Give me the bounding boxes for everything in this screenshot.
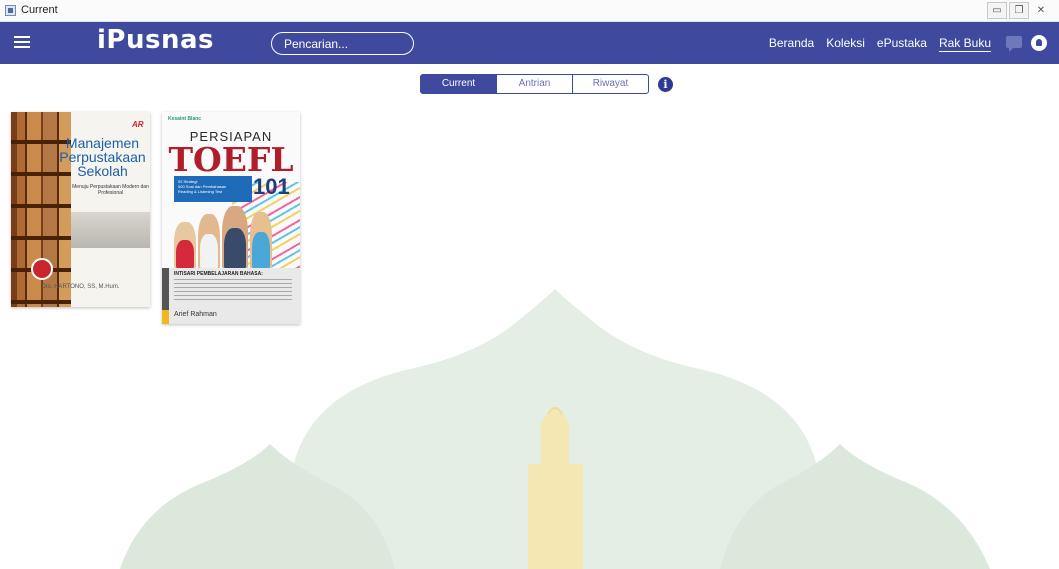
publisher-logo: Kesaint Blanc [168, 116, 202, 122]
app-logo[interactable]: iPusnas [97, 25, 214, 55]
award-badge-icon [31, 258, 53, 280]
window-controls: ▭ ❐ ✕ [987, 2, 1051, 19]
app-header: iPusnas Beranda Koleksi ePustaka Rak Buk… [0, 22, 1059, 64]
tab-riwayat[interactable]: Riwayat [572, 74, 649, 94]
nav-epustaka[interactable]: ePustaka [877, 36, 927, 52]
chat-icon[interactable] [1006, 36, 1022, 52]
nav-koleksi[interactable]: Koleksi [826, 36, 865, 52]
tab-current[interactable]: Current [420, 74, 497, 94]
book-title: Manajemen Perpustakaan Sekolah [59, 135, 146, 179]
book-author: Drs. HARTONO, SS, M.Hum. [41, 284, 120, 290]
book-number: 101 [253, 174, 290, 199]
book-subtitle: Menuju Perpustakaan Modern dan Profesion… [72, 184, 149, 196]
window-title: Current [21, 4, 58, 16]
book-info-text [174, 279, 292, 303]
book-feature-box: 92 Strategi 500 Soal dan Pembahasan Read… [174, 176, 252, 202]
students-photo [174, 204, 284, 270]
book-info-title: INTISARI PEMBELAJARAN BAHASA: [174, 271, 263, 277]
info-icon[interactable]: i [658, 77, 673, 92]
minimize-button[interactable]: ▭ [987, 2, 1007, 19]
window-titlebar: Current ▭ ❐ ✕ [0, 0, 1059, 22]
app-icon [5, 5, 16, 16]
tab-antrian[interactable]: Antrian [496, 74, 573, 94]
restore-button[interactable]: ❐ [1009, 2, 1029, 19]
watermark-logo [120, 289, 990, 569]
book-title-line2: TOEFL [168, 140, 294, 179]
publisher-logo: AR [132, 120, 144, 129]
menu-icon[interactable] [14, 36, 30, 49]
nav-beranda[interactable]: Beranda [769, 36, 814, 52]
close-button[interactable]: ✕ [1031, 2, 1051, 19]
library-table-image [71, 212, 150, 248]
user-icon[interactable] [1031, 35, 1047, 51]
shelf-tabs: Current Antrian Riwayat [420, 74, 649, 94]
main-nav: Beranda Koleksi ePustaka Rak Buku [769, 36, 991, 52]
nav-rak-buku[interactable]: Rak Buku [938, 36, 991, 52]
search-input[interactable] [271, 32, 414, 55]
book-card[interactable]: Kesaint Blanc PERSIAPAN TOEFL 92 Strateg… [162, 112, 300, 324]
book-card[interactable]: AR Manajemen Perpustakaan Sekolah Menuju… [11, 112, 150, 307]
book-author: Arief Rahman [174, 311, 217, 318]
